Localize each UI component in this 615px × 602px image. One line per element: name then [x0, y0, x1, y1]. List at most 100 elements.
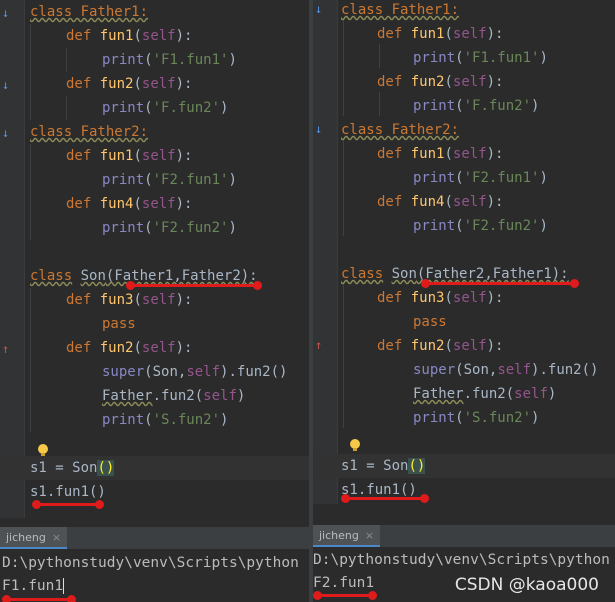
- method-def: def fun1(self):: [377, 26, 504, 42]
- method-def: def fun1(self):: [377, 146, 504, 162]
- code-line[interactable]: def fun1(self):: [66, 24, 192, 48]
- close-icon[interactable]: ×: [52, 531, 61, 544]
- override-down-icon[interactable]: ↓: [2, 126, 9, 140]
- code-line[interactable]: print('F2.fun1'): [413, 166, 548, 190]
- code-line[interactable]: pass: [413, 310, 447, 334]
- code-line[interactable]: class Father1:: [30, 0, 148, 24]
- class-declaration: class Father2:: [341, 122, 460, 138]
- code-line[interactable]: def fun3(self):: [377, 286, 503, 310]
- run-tab-label: jicheng: [319, 529, 359, 542]
- lightbulb-icon[interactable]: [38, 444, 48, 456]
- code-line[interactable]: def fun4(self):: [377, 190, 503, 214]
- class-keyword: class: [341, 266, 384, 282]
- code-line[interactable]: def fun2(self):: [377, 334, 503, 358]
- matched-parens: (): [408, 458, 426, 474]
- base-classes: (Father2,Father1):: [416, 266, 569, 282]
- class-declaration: class Father1:: [341, 2, 460, 18]
- method-def: def fun2(self):: [377, 74, 504, 90]
- method-def: def fun2(self):: [66, 340, 193, 356]
- method-def: def fun4(self):: [66, 196, 193, 212]
- run-tab-label: jicheng: [6, 531, 46, 544]
- code-line[interactable]: def fun1(self):: [377, 22, 503, 46]
- code-line[interactable]: def fun4(self):: [66, 192, 192, 216]
- override-up-icon[interactable]: ↑: [2, 342, 9, 356]
- method-def: def fun3(self):: [66, 292, 193, 308]
- method-def: def fun1(self):: [66, 148, 193, 164]
- code-line[interactable]: pass: [102, 312, 136, 336]
- print-statement: print('F1.fun1'): [102, 52, 237, 68]
- override-up-icon[interactable]: ↑: [315, 338, 322, 352]
- code-line[interactable]: print('F2.fun2'): [102, 216, 237, 240]
- console-output: F1.fun1: [2, 575, 65, 597]
- code-line[interactable]: print('F2.fun2'): [413, 214, 548, 238]
- run-tab[interactable]: jicheng ×: [0, 527, 68, 549]
- class-name: Son: [391, 266, 417, 282]
- print-statement: print('S.fun2'): [413, 410, 540, 426]
- red-underline-annotation: [2, 595, 76, 602]
- right-editor-pane: ↓ ↓ ↑ class Father1: def fun1(self): pri…: [313, 0, 615, 602]
- console-command: D:\pythonstudy\venv\Scripts\python: [2, 555, 299, 571]
- code-line[interactable]: print('F2.fun1'): [102, 168, 237, 192]
- print-statement: print('F2.fun2'): [102, 220, 237, 236]
- code-line[interactable]: def fun1(self):: [377, 142, 503, 166]
- father-call: Father.fun2(self): [102, 388, 246, 404]
- instance-assignment: s1 = Son: [341, 458, 409, 474]
- close-icon[interactable]: ×: [365, 529, 374, 542]
- code-line[interactable]: s1 = Son(): [341, 454, 426, 478]
- code-line[interactable]: def fun3(self):: [66, 288, 192, 312]
- method-def: def fun2(self):: [66, 76, 193, 92]
- red-underline-annotation: [313, 591, 377, 600]
- run-tool-window-tabs: jicheng ×: [313, 524, 615, 547]
- code-line[interactable]: print('F.fun2'): [413, 94, 539, 118]
- method-def: def fun3(self):: [377, 290, 504, 306]
- code-line[interactable]: class Father2:: [30, 120, 148, 144]
- lightbulb-icon[interactable]: [350, 439, 360, 451]
- code-line[interactable]: def fun2(self):: [66, 336, 192, 360]
- override-down-icon[interactable]: ↓: [315, 2, 322, 16]
- print-statement: print('F2.fun2'): [413, 218, 548, 234]
- method-call: s1.fun1(): [341, 482, 417, 498]
- console-output: F2.fun1: [313, 575, 375, 591]
- code-line[interactable]: super(Son,self).fun2(): [102, 360, 287, 384]
- code-line[interactable]: print('F1.fun1'): [413, 46, 548, 70]
- matched-parens: (): [97, 460, 115, 476]
- class-name: Son: [80, 268, 106, 284]
- print-statement: print('F2.fun1'): [102, 172, 237, 188]
- print-statement: print('F.fun2'): [102, 100, 229, 116]
- pass-statement: pass: [413, 314, 447, 330]
- code-line[interactable]: class Father2:: [341, 118, 459, 142]
- text-caret: [63, 578, 65, 594]
- code-line[interactable]: print('F1.fun1'): [102, 48, 237, 72]
- override-down-icon[interactable]: ↓: [315, 122, 322, 136]
- override-down-icon[interactable]: ↓: [2, 78, 9, 92]
- line-gutter: [313, 0, 338, 504]
- watermark: CSDN @kaoa000: [454, 575, 599, 595]
- code-line[interactable]: s1 = Son(): [30, 456, 115, 480]
- print-statement: print('S.fun2'): [102, 412, 229, 428]
- code-line[interactable]: print('F.fun2'): [102, 96, 228, 120]
- code-line[interactable]: def fun2(self):: [66, 72, 192, 96]
- code-line[interactable]: class Father1:: [341, 0, 459, 22]
- code-line[interactable]: Father.fun2(self): [413, 382, 556, 406]
- class-declaration: class Father2:: [30, 124, 149, 140]
- print-statement: print('F2.fun1'): [413, 170, 548, 186]
- code-line[interactable]: super(Son,self).fun2(): [413, 358, 598, 382]
- run-tab[interactable]: jicheng ×: [313, 525, 381, 547]
- method-call: s1.fun1(): [30, 484, 106, 500]
- super-call: super(Son,self).fun2(): [413, 362, 599, 378]
- method-def: def fun2(self):: [377, 338, 504, 354]
- code-line[interactable]: def fun2(self):: [377, 70, 503, 94]
- method-def: def fun4(self):: [377, 194, 504, 210]
- code-line[interactable]: s1.fun1(): [30, 480, 106, 504]
- run-tool-window-tabs: jicheng ×: [0, 526, 309, 549]
- red-underline-annotation: [126, 281, 262, 290]
- father-call: Father.fun2(self): [413, 386, 557, 402]
- code-line[interactable]: print('S.fun2'): [102, 408, 228, 432]
- override-down-icon[interactable]: ↓: [2, 6, 9, 20]
- code-line[interactable]: def fun1(self):: [66, 144, 192, 168]
- code-line[interactable]: Father.fun2(self): [102, 384, 245, 408]
- red-underline-annotation: [421, 279, 579, 288]
- instance-assignment: s1 = Son: [30, 460, 98, 476]
- code-line[interactable]: print('S.fun2'): [413, 406, 539, 430]
- red-underline-annotation: [341, 494, 429, 503]
